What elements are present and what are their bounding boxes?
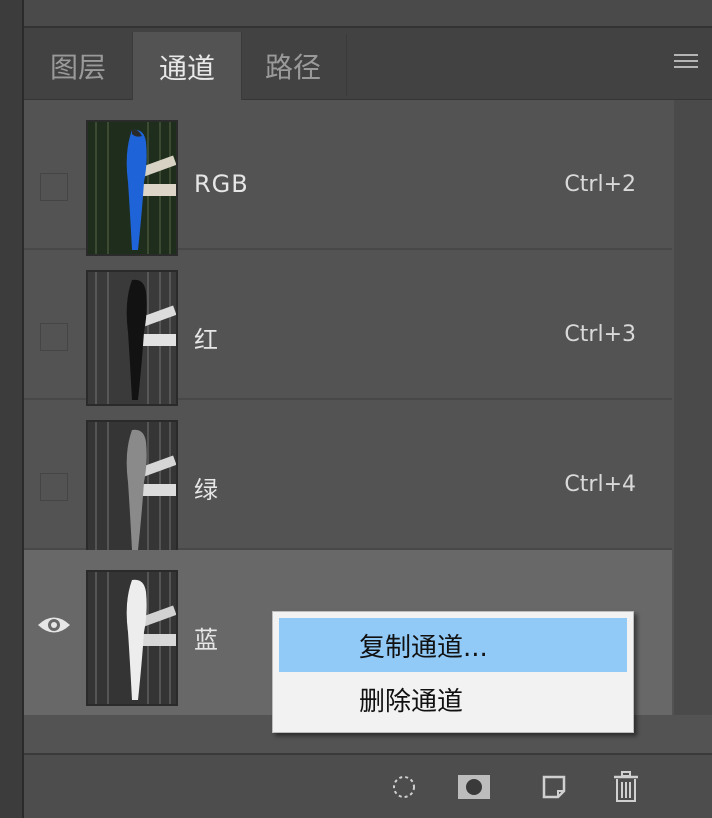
panel-menu-icon[interactable] [674,54,698,72]
channel-name: 红 [194,326,219,354]
channel-row-green[interactable]: 绿 Ctrl+4 [24,400,672,556]
dotted-circle-icon[interactable] [386,769,422,805]
bottom-toolbar [24,755,712,818]
scrollbar[interactable] [674,112,712,715]
channel-name: 绿 [194,476,219,504]
tab-divider [346,34,347,96]
channel-row-red[interactable]: 红 Ctrl+3 [24,250,672,406]
visibility-toggle[interactable] [40,173,68,201]
tab-channels[interactable]: 通道 [132,32,242,102]
visibility-toggle[interactable] [40,473,68,501]
channel-name: 蓝 [194,626,219,654]
channel-thumbnail-blue [86,570,178,706]
new-channel-icon[interactable] [536,769,572,805]
eye-icon[interactable] [36,612,72,638]
channel-thumbnail-green [86,420,178,556]
channel-name: RGB [194,170,249,198]
trash-icon[interactable] [608,769,644,805]
channel-thumbnail-red [86,270,178,406]
tab-bar: 图层 通道 路径 [24,28,712,102]
menu-item-delete-channel[interactable]: 删除通道 [279,672,627,726]
channel-shortcut: Ctrl+2 [564,172,636,197]
menu-item-duplicate-channel[interactable]: 复制通道... [279,618,627,672]
channel-thumbnail-rgb [86,120,178,256]
top-strip [24,0,712,28]
channel-shortcut: Ctrl+4 [564,472,636,497]
tab-layers[interactable]: 图层 [24,32,132,100]
mask-icon[interactable] [456,769,492,805]
context-menu: 复制通道... 删除通道 [272,611,634,733]
left-edge [0,0,24,818]
channel-shortcut: Ctrl+3 [564,322,636,347]
visibility-toggle[interactable] [40,323,68,351]
channel-row-rgb[interactable]: RGB Ctrl+2 [24,100,672,256]
tab-paths[interactable]: 路径 [240,32,346,100]
